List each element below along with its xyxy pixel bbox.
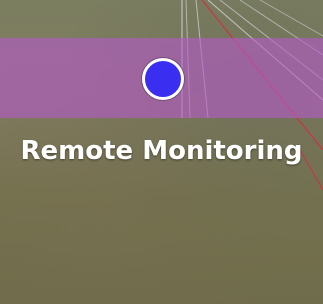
location-dot-icon[interactable]	[142, 58, 184, 100]
overlay-title: Remote Monitoring	[20, 136, 303, 166]
